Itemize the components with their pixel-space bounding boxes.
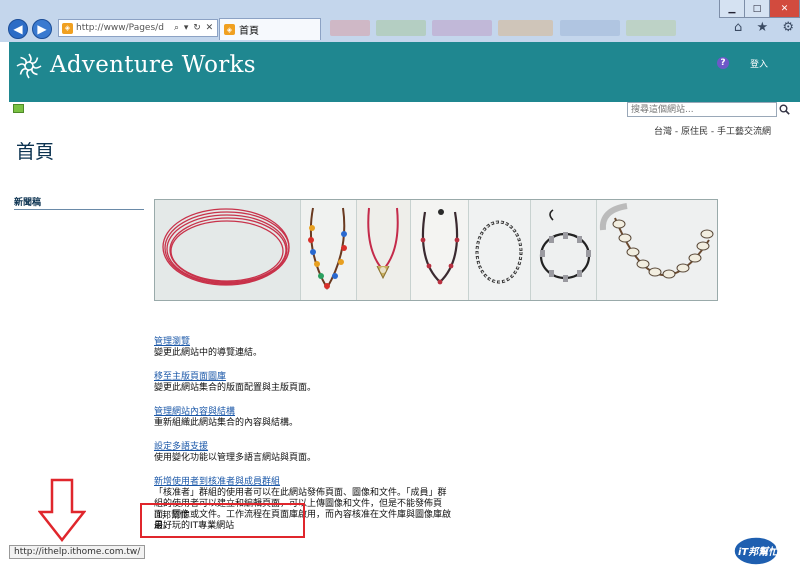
back-arrow-icon: ◀ <box>13 22 23 36</box>
search-icon <box>779 104 790 115</box>
site-actions-icon[interactable] <box>13 104 24 113</box>
favorites-star-icon[interactable]: ★ <box>756 20 768 35</box>
minimize-button[interactable]: ▁ <box>719 0 745 18</box>
blurred-tab <box>376 20 426 36</box>
list-item: 管理網站內容與結構 重新組織此網站集合的內容與結構。 <box>154 407 454 429</box>
adventure-works-logo-icon <box>16 53 42 79</box>
site-search-input[interactable] <box>627 102 777 117</box>
browser-toolbar-icons: ⌂ ★ ⚙ <box>734 20 794 35</box>
settings-gear-icon[interactable]: ⚙ <box>782 20 794 35</box>
link-description: 使用變化功能以管理多語言網站與頁面。 <box>154 453 317 463</box>
blurred-tab <box>498 20 553 36</box>
forward-arrow-icon: ▶ <box>37 22 47 36</box>
status-bar-url: http://ithelp.ithome.com.tw/ <box>9 545 146 559</box>
blurred-tab <box>432 20 492 36</box>
ithelp-watermark-logo: iT邦幫忙 <box>732 533 798 567</box>
blurred-tab <box>560 20 620 36</box>
link-manage-navigation[interactable]: 管理瀏覽 <box>154 337 454 348</box>
home-icon[interactable]: ⌂ <box>734 20 742 35</box>
maximize-button[interactable]: □ <box>744 0 770 18</box>
tab-favicon-icon: ◈ <box>224 24 235 35</box>
tab-title: 首頁 <box>239 26 259 37</box>
browser-tab[interactable]: ◈ 首頁 <box>219 18 321 40</box>
forward-button[interactable]: ▶ <box>32 19 52 39</box>
list-item: 設定多語支援 使用變化功能以管理多語言網站與頁面。 <box>154 442 454 464</box>
back-button[interactable]: ◀ <box>8 19 28 39</box>
address-actions[interactable]: ⌕ ▾ ↻ ✕ <box>174 23 214 33</box>
necklace-photo <box>469 200 531 300</box>
blurred-tab <box>626 20 676 36</box>
link-master-page-gallery[interactable]: 移至主版頁面圖庫 <box>154 372 454 383</box>
quick-launch-divider <box>14 209 144 210</box>
address-url[interactable]: http://www/Pages/d <box>76 23 171 33</box>
breadcrumb[interactable]: 台灣 - 原住民 - 手工藝交流網 <box>560 124 771 137</box>
necklace-banner-image <box>154 199 718 301</box>
necklace-photo <box>155 200 301 300</box>
favicon-icon: ◈ <box>62 22 73 34</box>
ithelp-tagline: 最好玩的IT專業網站 <box>154 521 235 531</box>
necklace-photo <box>531 200 597 300</box>
link-add-users-groups[interactable]: 新增使用者到核准者與成員群組 <box>154 477 454 488</box>
watermark-text: iT邦幫忙 <box>738 547 779 558</box>
necklace-photo <box>411 200 469 300</box>
list-item: 移至主版頁面圖庫 變更此網站集合的版面配置與主版頁面。 <box>154 372 454 394</box>
link-description: 變更此網站中的導覽連結。 <box>154 348 263 358</box>
link-multilingual-support[interactable]: 設定多語支援 <box>154 442 454 453</box>
quick-launch-heading[interactable]: 新聞稿 <box>14 195 41 208</box>
annotation-down-arrow-icon <box>38 478 86 542</box>
search-button[interactable] <box>777 102 791 117</box>
necklace-photo <box>301 200 357 300</box>
help-icon[interactable]: ? <box>717 57 729 69</box>
blurred-tab <box>330 20 370 36</box>
link-description: 重新組織此網站集合的內容與結構。 <box>154 418 299 428</box>
necklace-photo <box>357 200 411 300</box>
list-item: 管理瀏覽 變更此網站中的導覽連結。 <box>154 337 454 359</box>
signin-link[interactable]: 登入 <box>750 57 768 70</box>
site-title[interactable]: Adventure Works <box>50 52 256 78</box>
close-window-button[interactable]: ✕ <box>769 0 800 18</box>
link-manage-content-structure[interactable]: 管理網站內容與結構 <box>154 407 454 418</box>
address-bar[interactable]: ◈ http://www/Pages/d ⌕ ▾ ↻ ✕ <box>58 19 218 37</box>
page-title: 首頁 <box>16 141 55 163</box>
necklace-photo <box>597 200 717 300</box>
link-description: 變更此網站集合的版面配置與主版頁面。 <box>154 383 317 393</box>
